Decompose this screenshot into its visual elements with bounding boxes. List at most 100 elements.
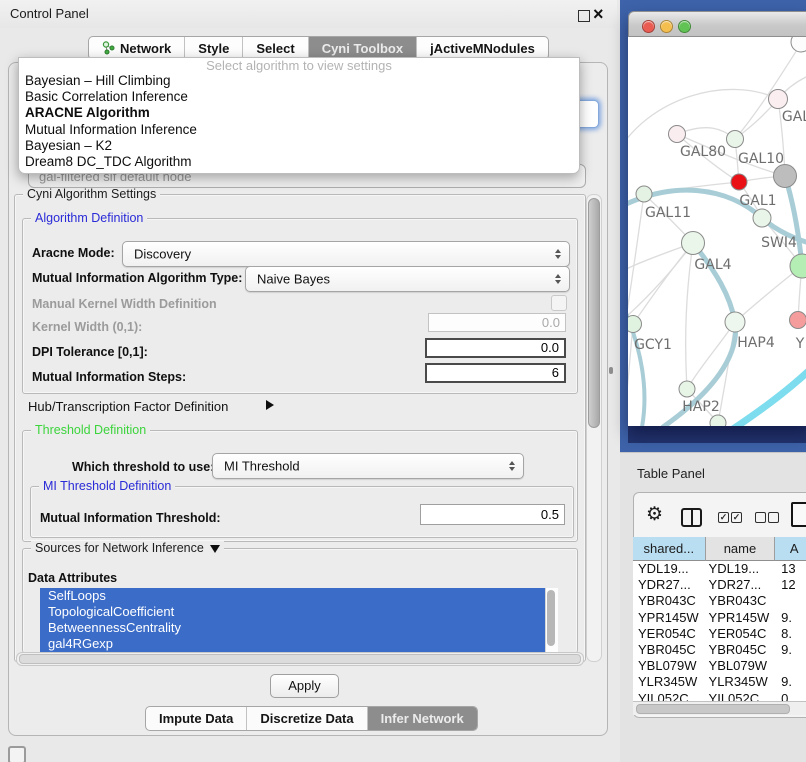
new-document-icon[interactable]	[791, 502, 806, 527]
table-cell[interactable]: YBR043C	[706, 593, 776, 609]
network-node[interactable]	[636, 186, 652, 202]
apply-button[interactable]: Apply	[270, 674, 339, 698]
table-cell[interactable]: YDL19...	[706, 561, 776, 577]
mi-threshold-field[interactable]: 0.5	[420, 504, 565, 525]
network-node[interactable]	[753, 209, 771, 227]
list-item-selected[interactable]: TopologicalCoefficient	[40, 604, 545, 620]
table-cell[interactable]: YPR145W	[633, 610, 706, 626]
table-cell[interactable]: YBR045C	[706, 642, 776, 658]
table-cell[interactable]: YDR27...	[633, 577, 706, 593]
table-cell[interactable]: YER054C	[706, 626, 776, 642]
table-row[interactable]: YLR345WYLR345W9.	[633, 674, 806, 690]
network-node[interactable]	[769, 90, 788, 109]
network-node[interactable]	[790, 312, 806, 329]
list-item-selected[interactable]: BetweennessCentrality	[40, 620, 545, 636]
table-row[interactable]: YDL19...YDL19...13	[633, 561, 806, 577]
tab-infer-network[interactable]: Infer Network	[368, 707, 477, 730]
table-cell[interactable]	[775, 593, 806, 609]
column-header-partial[interactable]: A	[775, 537, 806, 561]
table-cell[interactable]: YDR27...	[706, 577, 776, 593]
table-cell[interactable]: YBL079W	[706, 658, 776, 674]
table-cell[interactable]: YLR345W	[633, 674, 706, 690]
network-node[interactable]	[727, 131, 744, 148]
tab-impute-data[interactable]: Impute Data	[146, 707, 247, 730]
network-node[interactable]	[669, 126, 686, 143]
tab-cyni-toolbox[interactable]: Cyni Toolbox	[309, 37, 417, 59]
table-row[interactable]: YER054CYER054C8.	[633, 626, 806, 642]
close-traffic-light-icon[interactable]	[642, 20, 655, 33]
minimize-traffic-light-icon[interactable]	[660, 20, 673, 33]
table-row[interactable]: YDR27...YDR27...12	[633, 577, 806, 593]
network-edge[interactable]	[686, 243, 693, 389]
column-header-name[interactable]: name	[706, 537, 776, 561]
tab-discretize-data[interactable]: Discretize Data	[247, 707, 367, 730]
network-node[interactable]	[725, 312, 745, 332]
kernel-width-field[interactable]: 0.0	[428, 313, 566, 332]
network-edge[interactable]	[628, 324, 633, 417]
dropdown-item[interactable]: Bayesian – K2	[19, 138, 579, 154]
table-cell[interactable]: YBL079W	[633, 658, 706, 674]
network-window-titlebar[interactable]	[628, 11, 806, 37]
table-row[interactable]: YBL079WYBL079W	[633, 658, 806, 674]
list-item-selected[interactable]: SelfLoops	[40, 588, 545, 604]
collapse-arrow-icon[interactable]	[210, 545, 220, 553]
minimized-panel-icon[interactable]	[8, 746, 26, 762]
manual-kernel-checkbox[interactable]	[551, 295, 567, 311]
checked-boxes-icon[interactable]: ✓	[718, 512, 729, 523]
gear-icon[interactable]: ⚙	[646, 504, 663, 526]
table-cell[interactable]	[775, 658, 806, 674]
network-node[interactable]	[731, 174, 747, 190]
table-cell[interactable]: 0.	[775, 691, 806, 702]
table-cell[interactable]: YBR045C	[633, 642, 706, 658]
table-cell[interactable]: 8.	[775, 626, 806, 642]
which-threshold-combobox[interactable]: MI Threshold	[212, 453, 524, 479]
settings-hscrollbar-thumb[interactable]	[19, 654, 581, 664]
table-hscrollbar-thumb[interactable]	[636, 704, 790, 714]
network-node[interactable]	[710, 415, 726, 426]
table-cell[interactable]: YLR345W	[706, 674, 776, 690]
close-icon[interactable]: ×	[593, 3, 604, 25]
network-edge[interactable]	[733, 362, 806, 426]
network-node[interactable]	[628, 316, 642, 333]
table-cell[interactable]: 12	[775, 577, 806, 593]
network-node[interactable]	[679, 381, 695, 397]
dropdown-item[interactable]: Basic Correlation Inference	[19, 89, 579, 105]
table-cell[interactable]: 9.	[775, 642, 806, 658]
columns-icon[interactable]	[681, 508, 702, 527]
aracne-mode-combobox[interactable]: Discovery	[122, 241, 570, 267]
expand-arrow-icon[interactable]	[266, 400, 274, 410]
network-canvas[interactable]: GALGAL80GAL10GAL1GAL11SWI4GAL4GCY1HAP4YH…	[628, 37, 806, 426]
table-row[interactable]: YIL052CYIL052C0.	[633, 691, 806, 702]
network-node[interactable]	[774, 165, 797, 188]
network-edge[interactable]	[785, 176, 802, 266]
table-cell[interactable]: 9.	[775, 610, 806, 626]
table-row[interactable]: YPR145WYPR145W9.	[633, 610, 806, 626]
dropdown-item-selected[interactable]: ARACNE Algorithm	[19, 105, 579, 121]
dropdown-item[interactable]: Bayesian – Hill Climbing	[19, 73, 579, 89]
float-panel-icon[interactable]	[578, 10, 590, 22]
table-row[interactable]: YBR045CYBR045C9.	[633, 642, 806, 658]
table-cell[interactable]: YIL052C	[633, 691, 706, 702]
table-cell[interactable]: YER054C	[633, 626, 706, 642]
table-cell[interactable]: YIL052C	[706, 691, 776, 702]
unchecked-boxes-icon[interactable]	[768, 512, 779, 523]
dpi-tolerance-field[interactable]: 0.0	[425, 338, 566, 358]
network-node[interactable]	[682, 232, 705, 255]
table-cell[interactable]: YBR043C	[633, 593, 706, 609]
network-node[interactable]	[791, 37, 806, 52]
dropdown-item[interactable]: Dream8 DC_TDC Algorithm	[19, 154, 579, 170]
table-row[interactable]: YBR043CYBR043C	[633, 593, 806, 609]
splitter-handle[interactable]	[609, 367, 613, 374]
settings-scrollbar-thumb[interactable]	[588, 198, 600, 428]
list-item-selected[interactable]: gal4RGexp	[40, 636, 545, 652]
unchecked-boxes-icon[interactable]	[755, 512, 766, 523]
table-cell[interactable]: YDL19...	[633, 561, 706, 577]
tab-network[interactable]: Network	[89, 37, 185, 59]
mi-type-combobox[interactable]: Naive Bayes	[245, 266, 570, 292]
table-cell[interactable]: 13	[775, 561, 806, 577]
table-cell[interactable]: 9.	[775, 674, 806, 690]
column-header-shared-name[interactable]: shared...	[633, 537, 706, 561]
mi-steps-field[interactable]: 6	[425, 363, 566, 383]
dropdown-item[interactable]: Mutual Information Inference	[19, 122, 579, 138]
tab-select[interactable]: Select	[243, 37, 308, 59]
